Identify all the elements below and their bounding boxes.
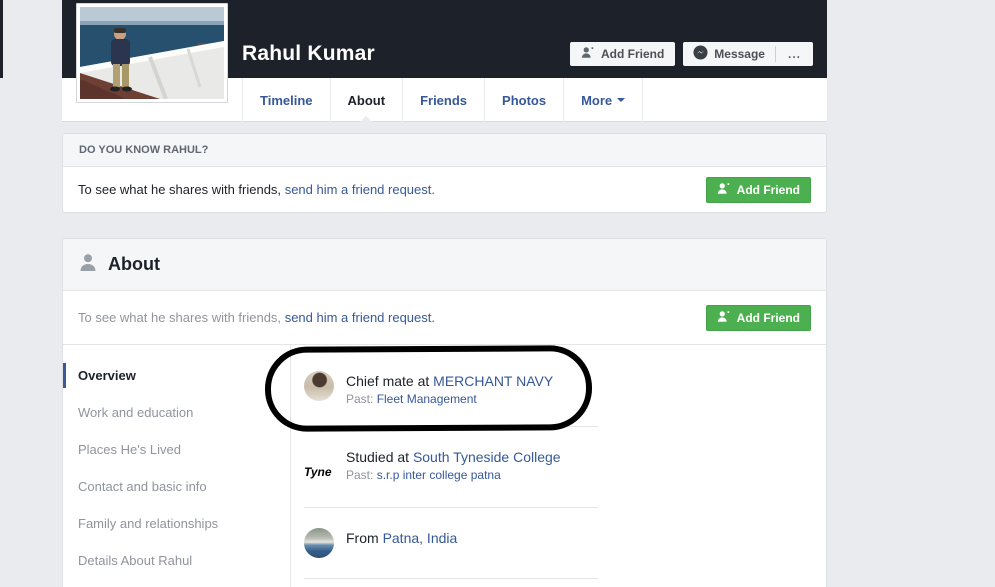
work-link[interactable]: MERCHANT NAVY [433, 373, 553, 389]
sidebar-item-contact-basic-info[interactable]: Contact and basic info [63, 468, 290, 505]
work-past-link[interactable]: Fleet Management [377, 392, 477, 406]
sidebar-item-details-about[interactable]: Details About Rahul [63, 542, 290, 579]
add-friend-label: Add Friend [601, 47, 664, 61]
hometown-prefix: From [346, 530, 383, 546]
message-button-group: Message ... [683, 42, 813, 66]
hometown-avatar[interactable] [304, 528, 334, 558]
person-add-icon-white [717, 182, 731, 198]
cover-actions: Add Friend Message ... [570, 42, 813, 66]
profile-picture[interactable] [76, 3, 228, 103]
add-friend-button-about-card[interactable]: Add Friend [706, 305, 811, 331]
education-past-prefix: Past: [346, 468, 377, 482]
about-title: About [108, 254, 160, 275]
friend-request-link[interactable]: send him a friend request. [285, 182, 435, 197]
sidebar-item-places-lived[interactable]: Places He's Lived [63, 431, 290, 468]
know-card-body: To see what he shares with friends, send… [63, 167, 826, 212]
tab-timeline[interactable]: Timeline [242, 78, 331, 122]
profile-photo-art [80, 7, 224, 99]
add-friend-label: Add Friend [737, 183, 800, 197]
education-prefix: Studied at [346, 449, 413, 465]
friend-request-row: To see what he shares with friends, send… [63, 291, 826, 345]
hometown-link[interactable]: Patna, India [383, 530, 458, 546]
about-body: Overview Work and education Places He's … [63, 345, 826, 587]
education-entry: Tyne Studied at South Tyneside College P… [304, 447, 598, 508]
window-edge [0, 0, 3, 78]
sidebar-item-work-education[interactable]: Work and education [63, 394, 290, 431]
tab-friends[interactable]: Friends [403, 78, 485, 122]
work-past-prefix: Past: [346, 392, 377, 406]
about-card: About To see what he shares with friends… [62, 238, 827, 587]
college-logo[interactable]: Tyne [304, 457, 334, 487]
person-add-icon [581, 46, 595, 62]
sidebar-item-overview[interactable]: Overview [63, 357, 290, 394]
know-message: To see what he shares with friends, [78, 182, 281, 197]
chevron-down-icon [617, 98, 625, 102]
education-past-link[interactable]: s.r.p inter college patna [377, 468, 501, 482]
about-card-header: About [63, 239, 826, 291]
about-message: To see what he shares with friends, [78, 310, 281, 325]
tab-more-label: More [581, 93, 612, 108]
overview-entries: Chief mate at MERCHANT NAVY Past: Fleet … [291, 345, 826, 587]
about-sidebar: Overview Work and education Places He's … [63, 345, 291, 587]
person-icon [78, 252, 98, 277]
education-link[interactable]: South Tyneside College [413, 449, 561, 465]
tab-about[interactable]: About [331, 78, 404, 122]
know-card-title: DO YOU KNOW RAHUL? [63, 134, 826, 167]
profile-name: Rahul Kumar [242, 42, 375, 66]
add-friend-button-top[interactable]: Add Friend [570, 42, 675, 66]
add-friend-button-know-card[interactable]: Add Friend [706, 177, 811, 203]
profile-page: Rahul Kumar Add Friend Message ... [62, 0, 827, 587]
friend-request-link-about[interactable]: send him a friend request. [285, 310, 435, 325]
tab-more[interactable]: More [564, 78, 643, 122]
nav-tabs: Timeline About Friends Photos More [242, 78, 827, 122]
sidebar-item-family-relationships[interactable]: Family and relationships [63, 505, 290, 542]
messenger-icon [693, 45, 708, 63]
more-options-button[interactable]: ... [776, 42, 813, 66]
work-entry: Chief mate at MERCHANT NAVY Past: Fleet … [304, 371, 598, 427]
message-button[interactable]: Message [683, 42, 775, 66]
message-label: Message [714, 47, 765, 61]
know-card: DO YOU KNOW RAHUL? To see what he shares… [62, 133, 827, 213]
workplace-avatar[interactable] [304, 371, 334, 401]
hometown-entry: From Patna, India [304, 528, 598, 579]
add-friend-label: Add Friend [737, 311, 800, 325]
work-prefix: Chief mate at [346, 373, 433, 389]
tab-photos[interactable]: Photos [485, 78, 564, 122]
person-add-icon-white [717, 310, 731, 326]
